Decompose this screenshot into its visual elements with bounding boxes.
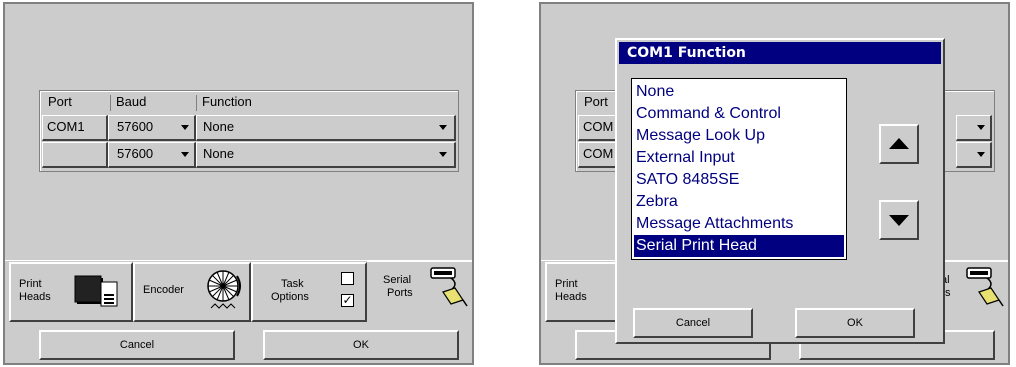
encoder-wheel-icon bbox=[207, 270, 241, 309]
function-select-row1[interactable]: None bbox=[196, 115, 456, 141]
scroll-down-button[interactable] bbox=[879, 200, 919, 240]
chevron-down-icon bbox=[439, 125, 447, 130]
serial-cable-icon bbox=[966, 267, 1004, 307]
list-item[interactable]: Command & Control bbox=[634, 103, 844, 125]
list-item-selected[interactable]: Serial Print Head bbox=[634, 235, 844, 257]
function-list[interactable]: None Command & Control Message Look Up E… bbox=[631, 78, 847, 260]
tab-task-options[interactable]: Task Options ✓ bbox=[251, 262, 367, 322]
list-item[interactable]: Zebra bbox=[634, 191, 844, 213]
list-item[interactable]: SATO 8485SE bbox=[634, 169, 844, 191]
chevron-down-icon bbox=[181, 152, 189, 157]
chevron-down-icon bbox=[181, 125, 189, 130]
scroll-up-button[interactable] bbox=[879, 124, 919, 164]
chevron-down-icon bbox=[439, 152, 447, 157]
tab-encoder[interactable]: Encoder bbox=[133, 262, 251, 322]
port-cell-row1: COM1 bbox=[42, 115, 108, 141]
dialog-ok-button[interactable]: OK bbox=[795, 308, 915, 338]
task-checkbox-unchecked[interactable] bbox=[341, 272, 354, 285]
arrow-up-icon bbox=[889, 138, 909, 149]
header-baud: Baud bbox=[116, 94, 147, 109]
port-settings-table: Port Baud Function COM1 57600 None 57600… bbox=[39, 90, 459, 172]
function-select-row2[interactable]: None bbox=[196, 142, 456, 168]
list-item[interactable]: None bbox=[634, 81, 844, 103]
tab-serial-ports[interactable]: Serial Ports bbox=[367, 260, 472, 322]
port-cell-row2 bbox=[42, 142, 108, 168]
function-select-row1[interactable] bbox=[956, 115, 992, 141]
dialog-titlebar: COM1 Function bbox=[619, 42, 941, 64]
arrow-down-icon bbox=[889, 215, 909, 226]
serial-cable-icon bbox=[430, 267, 468, 307]
dialog-title: COM1 Function bbox=[627, 45, 746, 61]
header-port: Port bbox=[584, 94, 608, 109]
cancel-button[interactable]: Cancel bbox=[39, 330, 235, 360]
baud-select-row2[interactable]: 57600 bbox=[108, 142, 196, 168]
com1-function-dialog: COM1 Function None Command & Control Mes… bbox=[615, 38, 945, 344]
ok-button[interactable]: OK bbox=[263, 330, 459, 360]
task-checkbox-checked[interactable]: ✓ bbox=[341, 294, 354, 307]
chevron-down-icon bbox=[977, 152, 985, 157]
function-select-row2[interactable] bbox=[956, 142, 992, 168]
tab-print-heads[interactable]: Print Heads bbox=[9, 262, 133, 322]
header-port: Port bbox=[48, 94, 72, 109]
list-item[interactable]: Message Look Up bbox=[634, 125, 844, 147]
header-function: Function bbox=[202, 94, 252, 109]
dialog-cancel-button[interactable]: Cancel bbox=[633, 308, 753, 338]
baud-select-row1[interactable]: 57600 bbox=[108, 115, 196, 141]
list-item[interactable]: External Input bbox=[634, 147, 844, 169]
list-item[interactable]: Message Attachments bbox=[634, 213, 844, 235]
serial-ports-panel: Port Baud Function COM1 57600 None 57600… bbox=[3, 2, 474, 365]
printer-icon bbox=[74, 275, 118, 307]
chevron-down-icon bbox=[977, 125, 985, 130]
serial-ports-panel-with-dialog: Port COM COM Print Heads al s COM1 Funct… bbox=[539, 2, 1010, 365]
